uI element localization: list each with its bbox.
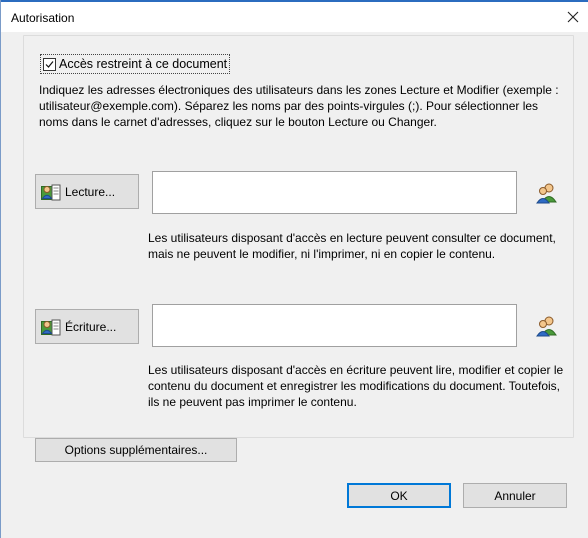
title-bar: Autorisation	[1, 2, 588, 32]
window-title: Autorisation	[11, 11, 75, 25]
read-users-input[interactable]	[152, 171, 517, 214]
write-check-names-button[interactable]	[532, 311, 562, 341]
user-address-book-icon	[41, 183, 61, 201]
ok-button[interactable]: OK	[347, 483, 451, 508]
write-description: Les utilisateurs disposant d'accès en éc…	[148, 363, 564, 409]
ok-label: OK	[390, 488, 408, 503]
close-icon	[567, 11, 579, 23]
write-button[interactable]: Écriture...	[35, 309, 139, 344]
instructions-text: Indiquez les adresses électroniques des …	[39, 83, 559, 129]
read-button-label: Lecture...	[65, 184, 116, 199]
user-address-book-icon	[41, 318, 61, 336]
write-button-label: Écriture...	[65, 319, 117, 334]
checkbox-box[interactable]	[43, 57, 56, 71]
read-description: Les utilisateurs disposant d'accès en le…	[148, 231, 556, 261]
close-button[interactable]	[558, 2, 588, 32]
more-options-label: Options supplémentaires...	[64, 443, 208, 457]
cancel-button[interactable]: Annuler	[463, 483, 567, 508]
read-button[interactable]: Lecture...	[35, 174, 139, 209]
restrict-access-label: Accès restreint à ce document	[59, 57, 228, 71]
check-names-icon	[536, 183, 557, 204]
cancel-label: Annuler	[494, 488, 536, 503]
write-users-input[interactable]	[152, 304, 517, 347]
read-check-names-button[interactable]	[532, 178, 562, 208]
restrict-access-checkbox[interactable]: Accès restreint à ce document	[39, 54, 231, 74]
checkmark-icon	[45, 60, 54, 68]
more-options-button[interactable]: Options supplémentaires...	[35, 438, 237, 462]
check-names-icon	[536, 316, 557, 337]
